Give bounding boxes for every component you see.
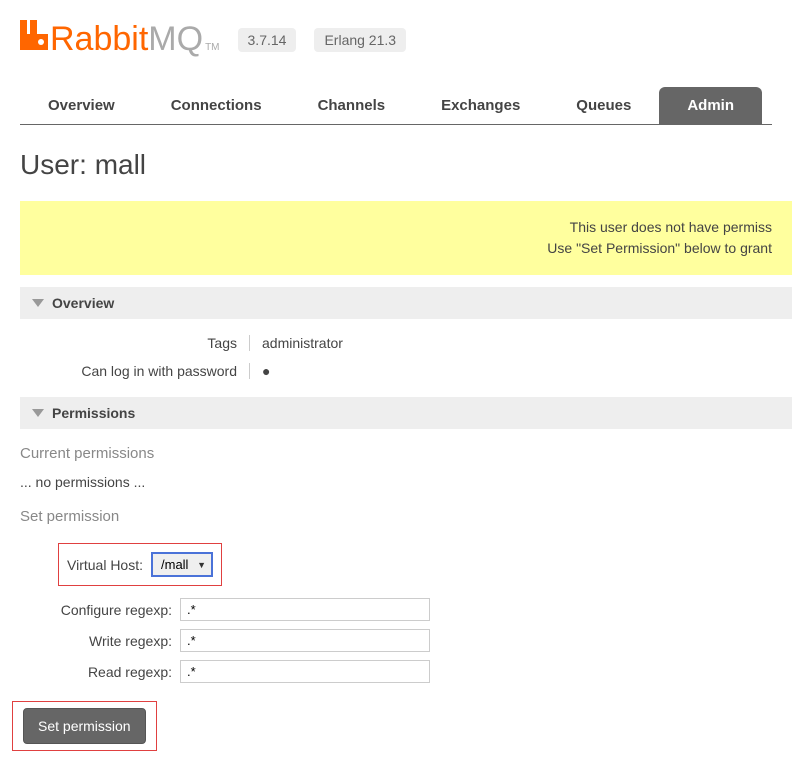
overview-label-login: Can log in with password <box>20 363 250 379</box>
overview-value-tags: administrator <box>250 335 343 351</box>
tab-channels[interactable]: Channels <box>290 87 414 124</box>
set-permission-highlight: Set permission <box>12 701 157 751</box>
set-permission-button[interactable]: Set permission <box>23 708 146 744</box>
logo-rabbit-text: Rabbit <box>50 20 148 59</box>
tab-connections[interactable]: Connections <box>143 87 290 124</box>
configure-regexp-input[interactable] <box>180 598 430 621</box>
configure-regexp-row: Configure regexp: <box>20 598 792 621</box>
version-badge: 3.7.14 <box>238 28 297 52</box>
set-permission-form: Virtual Host: /mall Configure regexp: Wr… <box>20 543 792 751</box>
overview-section-header[interactable]: Overview <box>20 287 792 319</box>
tab-queues[interactable]: Queues <box>548 87 659 124</box>
erlang-badge: Erlang 21.3 <box>314 28 406 52</box>
read-regexp-label: Read regexp: <box>20 664 180 680</box>
page-title-prefix: User: <box>20 149 95 180</box>
page-title-user: mall <box>95 149 146 180</box>
virtual-host-select[interactable]: /mall <box>151 552 213 577</box>
overview-row-tags: Tags administrator <box>20 329 792 357</box>
virtual-host-highlight: Virtual Host: /mall <box>58 543 222 586</box>
permissions-section-title: Permissions <box>52 405 135 421</box>
write-regexp-label: Write regexp: <box>20 633 180 649</box>
page-title: User: mall <box>20 149 772 181</box>
logo: RabbitMQTM <box>20 20 220 59</box>
read-regexp-input[interactable] <box>180 660 430 683</box>
tab-overview[interactable]: Overview <box>20 87 143 124</box>
chevron-down-icon <box>32 299 44 307</box>
warning-banner: This user does not have permiss Use "Set… <box>20 201 792 275</box>
overview-label-tags: Tags <box>20 335 250 351</box>
virtual-host-label: Virtual Host: <box>67 557 151 573</box>
permissions-section: Permissions Current permissions ... no p… <box>20 397 792 751</box>
current-permissions-heading: Current permissions <box>20 445 792 462</box>
overview-row-login: Can log in with password ● <box>20 357 792 385</box>
warning-line-1: This user does not have permiss <box>40 217 772 238</box>
write-regexp-row: Write regexp: <box>20 629 792 652</box>
no-permissions-text: ... no permissions ... <box>20 474 792 490</box>
logo-tm-text: TM <box>205 42 219 53</box>
write-regexp-input[interactable] <box>180 629 430 652</box>
rabbitmq-icon <box>20 20 48 50</box>
logo-mq-text: MQ <box>148 20 203 59</box>
tab-exchanges[interactable]: Exchanges <box>413 87 548 124</box>
chevron-down-icon <box>32 409 44 417</box>
overview-section-title: Overview <box>52 295 114 311</box>
permissions-section-header[interactable]: Permissions <box>20 397 792 429</box>
set-permission-heading: Set permission <box>20 508 792 525</box>
overview-section: Overview Tags administrator Can log in w… <box>20 287 792 385</box>
read-regexp-row: Read regexp: <box>20 660 792 683</box>
header: RabbitMQTM 3.7.14 Erlang 21.3 <box>0 0 792 59</box>
configure-regexp-label: Configure regexp: <box>20 602 180 618</box>
overview-table: Tags administrator Can log in with passw… <box>20 329 792 385</box>
overview-value-login: ● <box>250 363 270 379</box>
warning-line-2: Use "Set Permission" below to grant <box>40 238 772 259</box>
tab-admin[interactable]: Admin <box>659 87 762 124</box>
tabs: Overview Connections Channels Exchanges … <box>20 87 772 125</box>
